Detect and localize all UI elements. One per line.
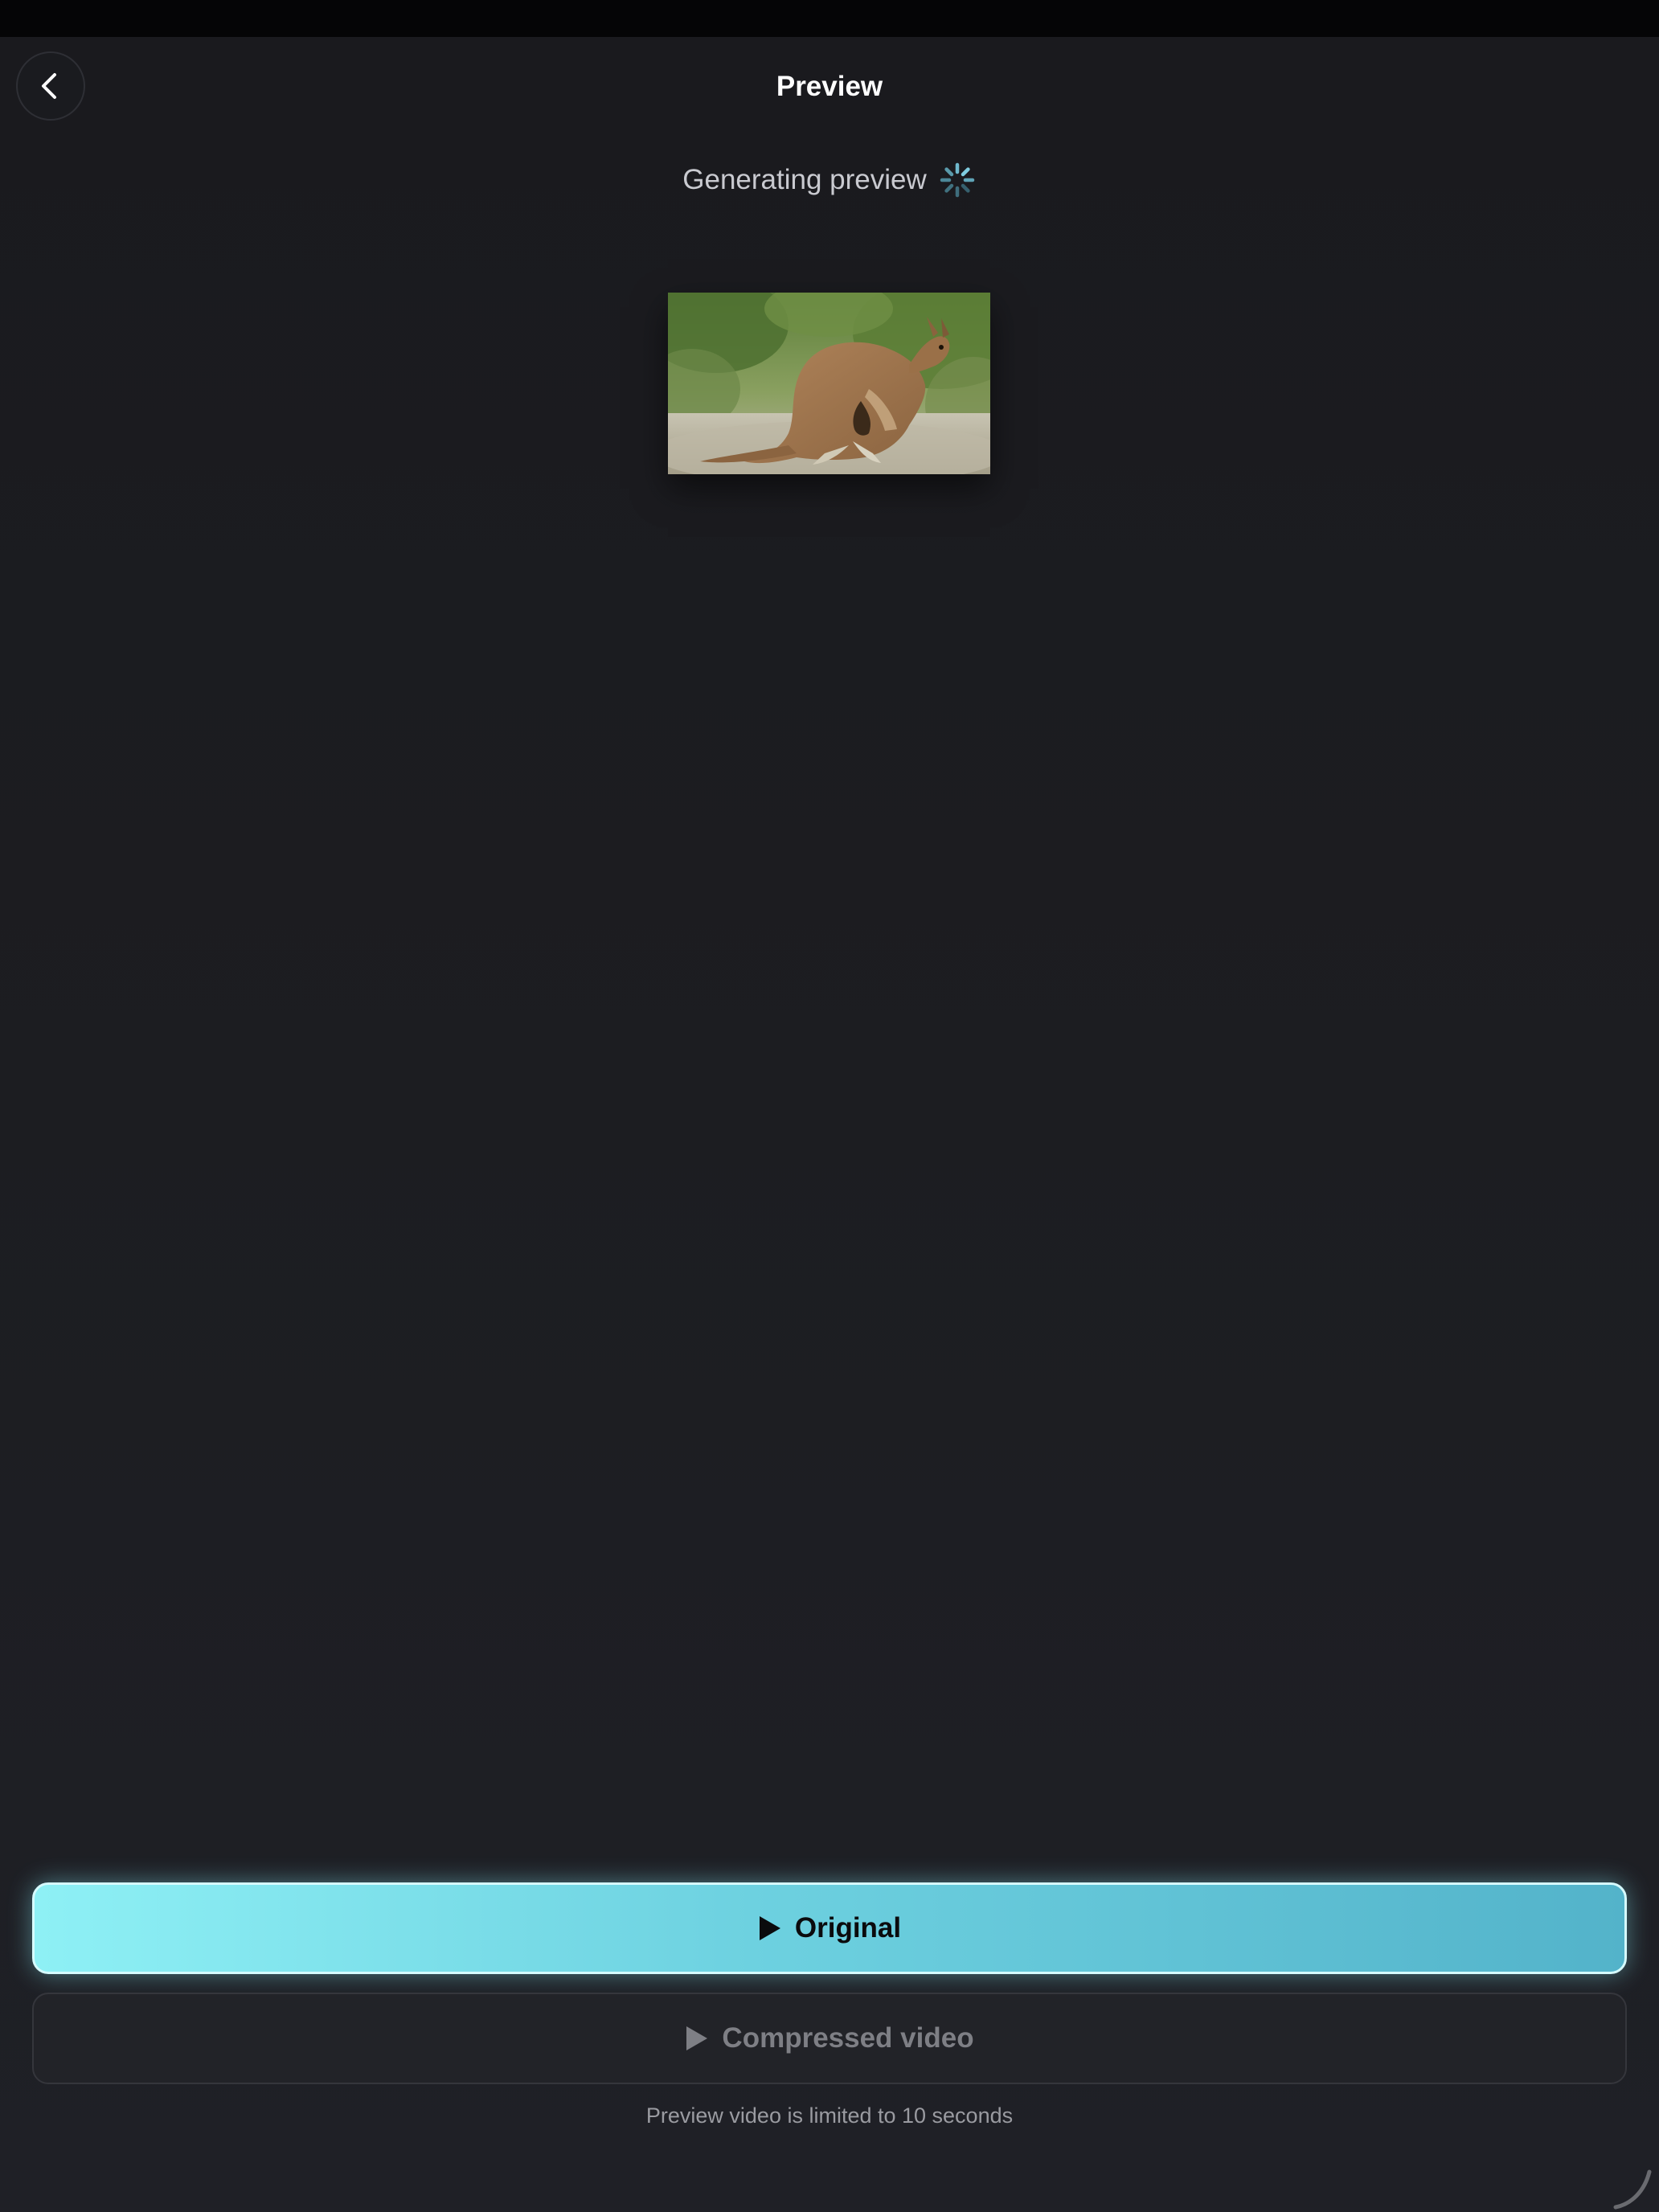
play-icon xyxy=(759,1916,780,1940)
compressed-video-label: Compressed video xyxy=(722,2022,974,2054)
page-title: Preview xyxy=(776,71,883,102)
preview-limit-note: Preview video is limited to 10 seconds xyxy=(645,2103,1014,2128)
status-bar xyxy=(0,0,1659,37)
compressed-video-button[interactable]: Compressed video xyxy=(32,1993,1627,2084)
corner-arc-icon xyxy=(1613,2169,1652,2210)
video-thumbnail xyxy=(668,293,990,474)
play-icon xyxy=(686,2026,708,2050)
spinner-icon xyxy=(940,162,974,198)
generating-label: Generating preview xyxy=(682,164,927,195)
original-button[interactable]: Original xyxy=(32,1882,1627,1974)
original-label: Original xyxy=(794,1912,902,1944)
generating-status: Generating preview xyxy=(0,158,1659,203)
